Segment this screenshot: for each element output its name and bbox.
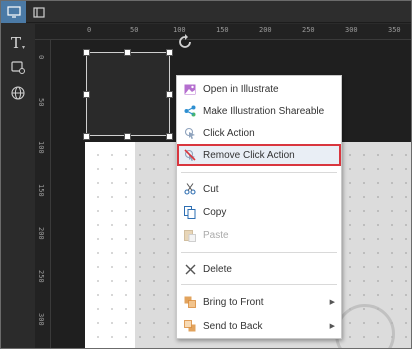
ruler-label: 50 bbox=[37, 98, 45, 107]
copy-icon bbox=[184, 205, 196, 219]
panel-icon bbox=[32, 6, 45, 18]
ruler-label: 300 bbox=[37, 313, 45, 326]
menu-item-copy[interactable]: Copy bbox=[177, 201, 341, 223]
ruler-label: 100 bbox=[37, 141, 45, 154]
menu-item-label: Cut bbox=[203, 183, 219, 195]
ruler-label: 50 bbox=[130, 26, 139, 34]
image-icon bbox=[184, 84, 196, 94]
bring-front-icon bbox=[184, 296, 196, 308]
menu-item-label: Open in Illustrate bbox=[203, 83, 279, 95]
menu-item-paste: Paste bbox=[177, 224, 341, 246]
top-toolbar bbox=[1, 1, 411, 23]
resize-handle[interactable] bbox=[166, 133, 173, 140]
menu-item-label: Click Action bbox=[203, 127, 255, 139]
paste-icon bbox=[184, 229, 196, 242]
submenu-arrow-icon: ▶ bbox=[329, 299, 335, 306]
shape-tool-button[interactable] bbox=[6, 56, 30, 78]
ruler-label: 350 bbox=[388, 26, 401, 34]
send-back-icon bbox=[184, 320, 196, 332]
menu-separator bbox=[181, 284, 337, 285]
menu-item-delete[interactable]: Delete bbox=[177, 258, 341, 280]
click-icon bbox=[184, 127, 195, 139]
ruler-label: 200 bbox=[37, 227, 45, 240]
text-tool-icon: T bbox=[10, 34, 21, 52]
selected-illustration[interactable] bbox=[86, 52, 170, 136]
menu-item-label: Remove Click Action bbox=[203, 149, 295, 161]
ruler-label: 200 bbox=[259, 26, 272, 34]
delete-icon bbox=[185, 264, 195, 274]
app-window: T ▾ 0 50 100 150 200 250 300 350 0 50 10… bbox=[0, 0, 412, 349]
panel-view-button[interactable] bbox=[26, 1, 51, 23]
menu-item-label: Bring to Front bbox=[203, 296, 264, 308]
menu-item-label: Delete bbox=[203, 263, 232, 275]
left-ruler: 0 50 100 150 200 250 300 bbox=[35, 40, 51, 348]
scissors-icon bbox=[184, 183, 196, 195]
ruler-label: 250 bbox=[302, 26, 315, 34]
text-tool-button[interactable]: T ▾ bbox=[6, 32, 30, 54]
menu-item-send-to-back[interactable]: Send to Back ▶ bbox=[177, 315, 341, 337]
resize-handle[interactable] bbox=[124, 133, 131, 140]
menu-item-open-in-illustrate[interactable]: Open in Illustrate bbox=[177, 78, 341, 100]
ruler-label: 150 bbox=[37, 184, 45, 197]
left-toolbar: T ▾ bbox=[1, 24, 35, 348]
ruler-label: 300 bbox=[345, 26, 358, 34]
text-tool-sub-icon: ▾ bbox=[22, 44, 26, 51]
ruler-label: 0 bbox=[87, 26, 92, 34]
resize-handle[interactable] bbox=[83, 49, 90, 56]
menu-item-label: Send to Back bbox=[203, 320, 263, 332]
resize-handle[interactable] bbox=[83, 133, 90, 140]
menu-item-cut[interactable]: Cut bbox=[177, 178, 341, 200]
rotate-icon[interactable] bbox=[176, 33, 194, 51]
context-menu: Open in Illustrate Make Illustration Sha… bbox=[176, 75, 342, 339]
share-icon bbox=[184, 105, 196, 117]
resize-handle[interactable] bbox=[124, 49, 131, 56]
menu-item-remove-click-action[interactable]: Remove Click Action bbox=[177, 144, 341, 166]
menu-item-make-shareable[interactable]: Make Illustration Shareable bbox=[177, 100, 341, 122]
ruler-label: 150 bbox=[216, 26, 229, 34]
monitor-icon bbox=[6, 6, 21, 18]
ruler-label: 250 bbox=[37, 270, 45, 283]
menu-item-label: Make Illustration Shareable bbox=[203, 105, 325, 117]
resize-handle[interactable] bbox=[166, 91, 173, 98]
menu-item-label: Paste bbox=[203, 229, 229, 241]
globe-icon bbox=[11, 86, 25, 100]
ruler-label: 0 bbox=[37, 55, 45, 60]
menu-separator bbox=[181, 252, 337, 253]
monitor-view-button[interactable] bbox=[1, 1, 26, 23]
submenu-arrow-icon: ▶ bbox=[329, 323, 335, 330]
remove-click-icon bbox=[183, 148, 196, 161]
menu-item-click-action[interactable]: Click Action bbox=[177, 122, 341, 144]
menu-item-label: Copy bbox=[203, 206, 227, 218]
resize-handle[interactable] bbox=[166, 49, 173, 56]
menu-separator bbox=[181, 172, 337, 173]
menu-item-bring-to-front[interactable]: Bring to Front ▶ bbox=[177, 291, 341, 313]
shape-tool-icon bbox=[11, 61, 25, 74]
web-tool-button[interactable] bbox=[6, 82, 30, 104]
resize-handle[interactable] bbox=[83, 91, 90, 98]
top-ruler: 0 50 100 150 200 250 300 350 bbox=[35, 24, 411, 40]
